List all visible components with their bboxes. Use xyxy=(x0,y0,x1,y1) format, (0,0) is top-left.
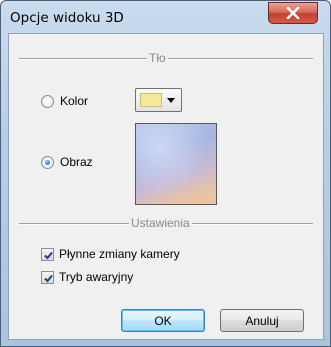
color-radio[interactable] xyxy=(41,94,54,108)
smooth-camera-label: Płynne zmiany kamery xyxy=(59,247,180,261)
checkmark-icon xyxy=(44,274,53,282)
smooth-camera-checkbox[interactable] xyxy=(41,247,54,261)
close-icon xyxy=(286,7,300,19)
image-radio[interactable] xyxy=(41,155,54,169)
window-title: Opcje widoku 3D xyxy=(10,10,124,26)
background-group-label: Tło xyxy=(147,51,168,65)
color-radio-option[interactable]: Kolor xyxy=(41,93,88,109)
close-button[interactable] xyxy=(268,2,318,24)
dialog-client-area: Tło Kolor Obraz Ustawienia Płynne zmiany… xyxy=(8,33,324,340)
color-radio-label: Kolor xyxy=(60,94,89,108)
fallback-mode-checkbox[interactable] xyxy=(41,270,54,284)
settings-group-label: Ustawienia xyxy=(129,216,192,230)
smooth-camera-option[interactable]: Płynne zmiany kamery xyxy=(41,246,180,262)
image-radio-option[interactable]: Obraz xyxy=(41,154,93,170)
checkmark-icon xyxy=(44,251,53,259)
background-image-preview[interactable] xyxy=(135,123,217,205)
fallback-mode-option[interactable]: Tryb awaryjny xyxy=(41,269,133,285)
ok-button[interactable]: OK xyxy=(121,309,205,332)
color-picker-dropdown[interactable] xyxy=(135,88,182,112)
fallback-mode-label: Tryb awaryjny xyxy=(59,270,134,284)
cancel-button[interactable]: Anuluj xyxy=(220,309,304,332)
title-bar[interactable]: Opcje widoku 3D xyxy=(1,1,330,35)
dialog-window: Opcje widoku 3D Tło Kolor Obraz Ustawien… xyxy=(0,0,331,347)
image-radio-label: Obraz xyxy=(60,155,93,169)
chevron-down-icon xyxy=(167,98,175,103)
color-swatch xyxy=(140,93,162,107)
